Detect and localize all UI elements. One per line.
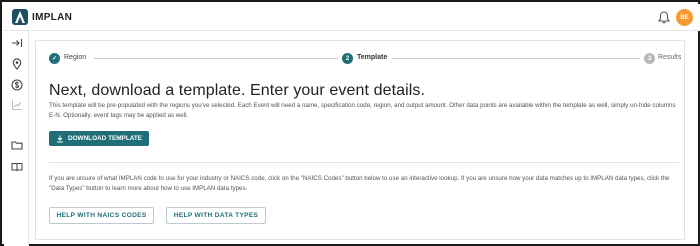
implan-logo-icon[interactable]	[12, 9, 28, 25]
template-description: This template will be pre-populated with…	[49, 102, 676, 119]
download-template-label: DOWNLOAD TEMPLATE	[67, 135, 143, 142]
step-label-template[interactable]: Template	[357, 54, 387, 61]
help-text: If you are unsure of what IMPLAN code to…	[49, 175, 670, 192]
top-bar: IMPLAN BE	[4, 4, 700, 31]
main-card: ✓ Region 2 Template 3 Results Next, down…	[35, 40, 685, 240]
download-template-button[interactable]: DOWNLOAD TEMPLATE	[49, 131, 149, 146]
step-number-template: 2	[342, 53, 353, 64]
step-connector	[392, 58, 640, 59]
dollar-circle-icon[interactable]	[11, 79, 23, 91]
brand-name: IMPLAN	[32, 12, 73, 23]
sidebar	[4, 31, 29, 246]
user-avatar[interactable]: BE	[676, 9, 693, 26]
download-icon	[56, 135, 63, 142]
page-title: Next, download a template. Enter your ev…	[49, 82, 426, 99]
step-number-results: 3	[644, 53, 655, 64]
bell-icon[interactable]	[658, 11, 670, 24]
app-window: IMPLAN BE ✓ Region 2 Template 3 Results …	[0, 0, 700, 246]
step-connector	[94, 58, 338, 59]
divider	[49, 162, 679, 163]
arrow-right-to-bar-icon[interactable]	[11, 37, 23, 49]
step-label-results[interactable]: Results	[658, 54, 681, 61]
step-label-region[interactable]: Region	[64, 54, 86, 61]
folder-icon[interactable]	[11, 139, 23, 151]
stepper: ✓ Region 2 Template 3 Results	[36, 41, 686, 77]
chart-icon[interactable]	[11, 99, 23, 111]
book-icon[interactable]	[11, 161, 23, 173]
help-data-types-button[interactable]: HELP WITH DATA TYPES	[166, 207, 266, 224]
step-complete-check-icon: ✓	[49, 53, 60, 64]
help-naics-codes-button[interactable]: HELP WITH NAICS CODES	[49, 207, 154, 224]
map-pin-icon[interactable]	[11, 58, 23, 70]
